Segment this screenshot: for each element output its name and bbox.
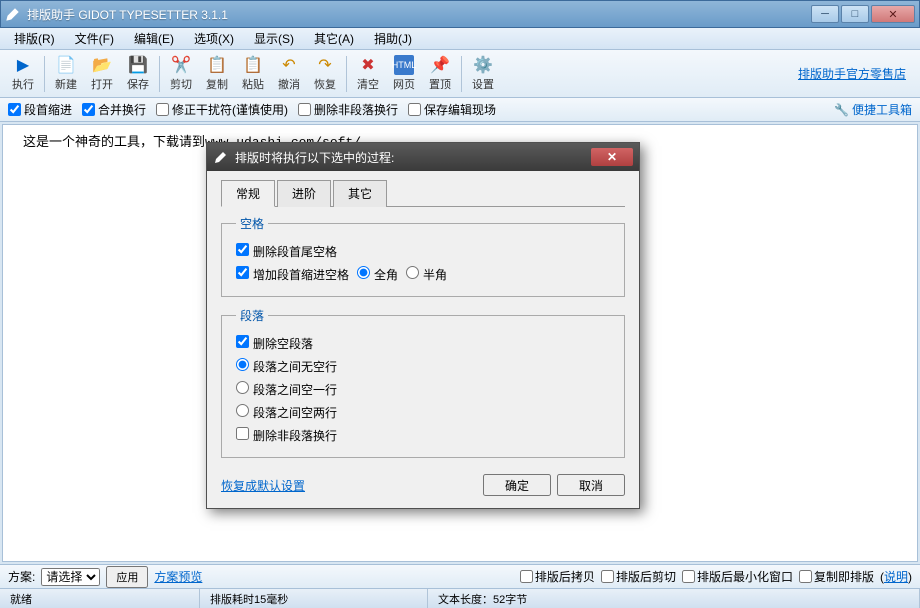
menu-options[interactable]: 选项(X) bbox=[186, 28, 242, 49]
wrench-icon: 🔧 bbox=[834, 103, 849, 117]
opt-cutafter[interactable]: 排版后剪切 bbox=[601, 568, 676, 585]
undo-icon: ↶ bbox=[279, 55, 299, 75]
opt-savescene-check[interactable] bbox=[408, 103, 421, 116]
opt-merge-check[interactable] bbox=[82, 103, 95, 116]
opt-fix-check[interactable] bbox=[156, 103, 169, 116]
radio-fullwidth[interactable]: 全角 bbox=[357, 266, 398, 283]
gear-icon: ⚙️ bbox=[473, 55, 493, 75]
opt-delnonpara[interactable]: 删除非段落换行 bbox=[298, 101, 398, 118]
tab-advanced[interactable]: 进阶 bbox=[277, 180, 331, 207]
opt-copyafter[interactable]: 排版后拷贝 bbox=[520, 568, 595, 585]
space-group: 空格 删除段首尾空格 增加段首缩进空格 全角 半角 bbox=[221, 215, 625, 297]
radio-oneblank[interactable]: 段落之间空一行 bbox=[236, 381, 337, 398]
chk-delempty[interactable]: 删除空段落 bbox=[236, 335, 313, 352]
bottom-bar: 方案: 请选择 应用 方案预览 排版后拷贝 排版后剪切 排版后最小化窗口 复制即… bbox=[0, 564, 920, 588]
scheme-select[interactable]: 请选择 bbox=[41, 568, 100, 586]
shop-link[interactable]: 排版助手官方零售店 bbox=[798, 65, 914, 82]
undo-button[interactable]: ↶撤消 bbox=[272, 53, 306, 94]
app-icon bbox=[5, 6, 21, 22]
menu-other[interactable]: 其它(A) bbox=[306, 28, 362, 49]
dialog-title: 排版时将执行以下选中的过程: bbox=[235, 149, 591, 166]
status-length: 文本长度：52字节 bbox=[428, 589, 920, 608]
ok-button[interactable]: 确定 bbox=[483, 474, 551, 496]
opt-merge[interactable]: 合并换行 bbox=[82, 101, 146, 118]
status-bar: 就绪 排版耗时15毫秒 文本长度：52字节 bbox=[0, 588, 920, 608]
opt-indent[interactable]: 段首缩进 bbox=[8, 101, 72, 118]
paste-button[interactable]: 📋粘贴 bbox=[236, 53, 270, 94]
preview-link[interactable]: 方案预览 bbox=[154, 568, 202, 585]
cut-button[interactable]: ✂️剪切 bbox=[164, 53, 198, 94]
para-legend: 段落 bbox=[236, 307, 268, 324]
play-icon: ▶ bbox=[13, 55, 33, 75]
restore-defaults-link[interactable]: 恢复成默认设置 bbox=[221, 477, 305, 494]
chk-delnonpara[interactable]: 删除非段落换行 bbox=[236, 427, 337, 444]
chk-addindent[interactable]: 增加段首缩进空格 bbox=[236, 266, 349, 283]
new-button[interactable]: 📄新建 bbox=[49, 53, 83, 94]
maximize-button[interactable]: □ bbox=[841, 5, 869, 23]
redo-button[interactable]: ↷恢复 bbox=[308, 53, 342, 94]
opt-copytype[interactable]: 复制即排版 bbox=[799, 568, 874, 585]
cut-icon: ✂️ bbox=[171, 55, 191, 75]
clear-button[interactable]: ✖清空 bbox=[351, 53, 385, 94]
pin-icon: 📌 bbox=[430, 55, 450, 75]
toolbox-link[interactable]: 🔧便捷工具箱 bbox=[834, 101, 912, 118]
run-button[interactable]: ▶执行 bbox=[6, 53, 40, 94]
menu-file[interactable]: 文件(F) bbox=[67, 28, 122, 49]
tab-other[interactable]: 其它 bbox=[333, 180, 387, 207]
window-title: 排版助手 GIDOT TYPESETTER 3.1.1 bbox=[27, 6, 811, 23]
toolbar: ▶执行 📄新建 📂打开 💾保存 ✂️剪切 📋复制 📋粘贴 ↶撤消 ↷恢复 ✖清空… bbox=[0, 50, 920, 98]
status-ready: 就绪 bbox=[0, 589, 200, 608]
space-legend: 空格 bbox=[236, 215, 268, 232]
opt-savescene[interactable]: 保存编辑现场 bbox=[408, 101, 496, 118]
close-button[interactable]: ✕ bbox=[871, 5, 915, 23]
cancel-button[interactable]: 取消 bbox=[557, 474, 625, 496]
dialog-close-button[interactable]: ✕ bbox=[591, 148, 633, 166]
menu-edit[interactable]: 编辑(E) bbox=[126, 28, 182, 49]
apply-button[interactable]: 应用 bbox=[106, 566, 148, 588]
menu-bar: 排版(R) 文件(F) 编辑(E) 选项(X) 显示(S) 其它(A) 捐助(J… bbox=[0, 28, 920, 50]
opt-fix[interactable]: 修正干扰符(谨慎使用) bbox=[156, 101, 288, 118]
clear-icon: ✖ bbox=[358, 55, 378, 75]
opt-indent-check[interactable] bbox=[8, 103, 21, 116]
open-icon: 📂 bbox=[92, 55, 112, 75]
status-timing: 排版耗时15毫秒 bbox=[200, 589, 428, 608]
scheme-label: 方案: bbox=[8, 568, 35, 585]
options-bar: 段首缩进 合并换行 修正干扰符(谨慎使用) 删除非段落换行 保存编辑现场 🔧便捷… bbox=[0, 98, 920, 122]
explain-link[interactable]: 说明 bbox=[884, 570, 908, 584]
paste-icon: 📋 bbox=[243, 55, 263, 75]
menu-typeset[interactable]: 排版(R) bbox=[6, 28, 63, 49]
dialog-tabs: 常规 进阶 其它 bbox=[221, 179, 625, 207]
copy-icon: 📋 bbox=[207, 55, 227, 75]
para-group: 段落 删除空段落 段落之间无空行 段落之间空一行 段落之间空两行 删除非段落换行 bbox=[221, 307, 625, 458]
save-button[interactable]: 💾保存 bbox=[121, 53, 155, 94]
radio-twoblank[interactable]: 段落之间空两行 bbox=[236, 404, 337, 421]
new-icon: 📄 bbox=[56, 55, 76, 75]
radio-halfwidth[interactable]: 半角 bbox=[406, 266, 447, 283]
tab-normal[interactable]: 常规 bbox=[221, 180, 275, 207]
chk-trimends[interactable]: 删除段首尾空格 bbox=[236, 243, 337, 260]
dialog-titlebar: 排版时将执行以下选中的过程: ✕ bbox=[207, 143, 639, 171]
settings-dialog: 排版时将执行以下选中的过程: ✕ 常规 进阶 其它 空格 删除段首尾空格 增加段… bbox=[206, 142, 640, 509]
title-bar: 排版助手 GIDOT TYPESETTER 3.1.1 ─ □ ✕ bbox=[0, 0, 920, 28]
save-icon: 💾 bbox=[128, 55, 148, 75]
web-button[interactable]: HTML网页 bbox=[387, 53, 421, 94]
menu-display[interactable]: 显示(S) bbox=[246, 28, 302, 49]
top-button[interactable]: 📌置顶 bbox=[423, 53, 457, 94]
dialog-icon bbox=[213, 149, 229, 165]
menu-donate[interactable]: 捐助(J) bbox=[366, 28, 420, 49]
copy-button[interactable]: 📋复制 bbox=[200, 53, 234, 94]
settings-button[interactable]: ⚙️设置 bbox=[466, 53, 500, 94]
radio-noblank[interactable]: 段落之间无空行 bbox=[236, 358, 337, 375]
web-icon: HTML bbox=[394, 55, 414, 75]
opt-minafter[interactable]: 排版后最小化窗口 bbox=[682, 568, 793, 585]
redo-icon: ↷ bbox=[315, 55, 335, 75]
minimize-button[interactable]: ─ bbox=[811, 5, 839, 23]
opt-delnonpara-check[interactable] bbox=[298, 103, 311, 116]
open-button[interactable]: 📂打开 bbox=[85, 53, 119, 94]
